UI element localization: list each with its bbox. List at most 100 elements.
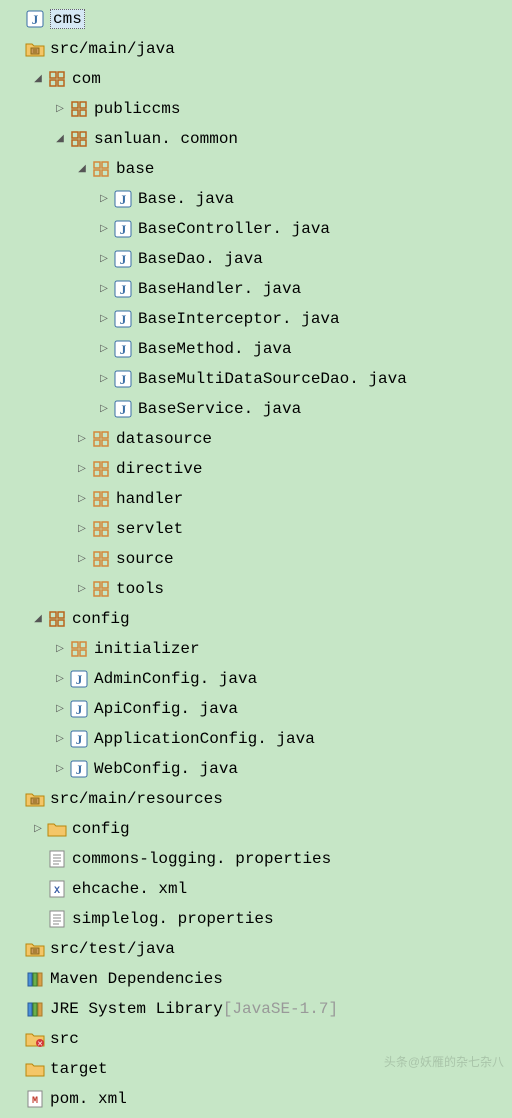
package-o-icon <box>68 638 90 660</box>
expand-arrow-closed-icon[interactable]: ▷ <box>52 703 68 715</box>
expand-arrow-closed-icon[interactable]: ▷ <box>74 493 90 505</box>
tree-item[interactable]: ▷tools <box>0 574 512 604</box>
expand-arrow-closed-icon[interactable]: ▷ <box>52 763 68 775</box>
expand-arrow-none: ▷ <box>8 1093 24 1105</box>
tree-item[interactable]: ▷JBaseController. java <box>0 214 512 244</box>
tree-item-label: servlet <box>116 520 183 538</box>
tree-item[interactable]: ▷JApplicationConfig. java <box>0 724 512 754</box>
expand-arrow-closed-icon[interactable]: ▷ <box>96 193 112 205</box>
expand-arrow-closed-icon[interactable]: ▷ <box>52 733 68 745</box>
expand-arrow-closed-icon[interactable]: ▷ <box>30 823 46 835</box>
tree-item-label: publiccms <box>94 100 180 118</box>
expand-arrow-closed-icon[interactable]: ▷ <box>52 673 68 685</box>
tree-item[interactable]: ▷src/test/java <box>0 934 512 964</box>
expand-arrow-closed-icon[interactable]: ▷ <box>52 643 68 655</box>
expand-arrow-closed-icon[interactable]: ▷ <box>96 253 112 265</box>
tree-item-label: simplelog. properties <box>72 910 274 928</box>
expand-arrow-open-icon[interactable]: ◢ <box>52 133 68 145</box>
tree-item[interactable]: ▷source <box>0 544 512 574</box>
props-icon <box>46 908 68 930</box>
expand-arrow-none: ▷ <box>30 913 46 925</box>
java-icon: J <box>112 398 134 420</box>
svg-text:J: J <box>120 222 127 237</box>
package-o-icon <box>90 158 112 180</box>
expand-arrow-closed-icon[interactable]: ▷ <box>74 583 90 595</box>
svg-text:M: M <box>32 1096 38 1107</box>
tree-item[interactable]: ▷initializer <box>0 634 512 664</box>
package-icon <box>68 98 90 120</box>
expand-arrow-closed-icon[interactable]: ▷ <box>74 523 90 535</box>
tree-item[interactable]: ▷src/main/resources <box>0 784 512 814</box>
tree-item-label: config <box>72 610 130 628</box>
tree-item[interactable]: ▷JBaseInterceptor. java <box>0 304 512 334</box>
maven-icon: M <box>24 1088 46 1110</box>
svg-text:J: J <box>76 732 83 747</box>
expand-arrow-open-icon[interactable]: ◢ <box>30 613 46 625</box>
folder-icon <box>46 818 68 840</box>
tree-item[interactable]: ▷Maven Dependencies <box>0 964 512 994</box>
tree-item[interactable]: ▷ simplelog. properties <box>0 904 512 934</box>
tree-item[interactable]: ▷JBaseMultiDataSourceDao. java <box>0 364 512 394</box>
expand-arrow-none: ▷ <box>8 1003 24 1015</box>
tree-item[interactable]: ▷JBaseMethod. java <box>0 334 512 364</box>
package-o-icon <box>90 578 112 600</box>
svg-text:✕: ✕ <box>37 1041 43 1049</box>
tree-item[interactable]: ▷ directive <box>0 454 512 484</box>
expand-arrow-open-icon[interactable]: ◢ <box>74 163 90 175</box>
tree-item[interactable]: ▷JApiConfig. java <box>0 694 512 724</box>
tree-item[interactable]: ▷JBaseService. java <box>0 394 512 424</box>
expand-arrow-closed-icon[interactable]: ▷ <box>96 223 112 235</box>
svg-text:J: J <box>120 282 127 297</box>
tree-item-label: directive <box>116 460 202 478</box>
expand-arrow-closed-icon[interactable]: ▷ <box>96 343 112 355</box>
java-icon: J <box>112 248 134 270</box>
expand-arrow-closed-icon[interactable]: ▷ <box>96 403 112 415</box>
tree-item[interactable]: ▷Xehcache. xml <box>0 874 512 904</box>
tree-item[interactable]: ▷JBaseDao. java <box>0 244 512 274</box>
tree-item[interactable]: ▷ publiccms <box>0 94 512 124</box>
tree-item[interactable]: ▷handler <box>0 484 512 514</box>
tree-item[interactable]: ◢sanluan. common <box>0 124 512 154</box>
tree-item-label: src <box>50 1030 79 1048</box>
tree-item[interactable]: ▷config <box>0 814 512 844</box>
tree-item[interactable]: ▷ Mpom. xml <box>0 1084 512 1114</box>
tree-item[interactable]: ◢base <box>0 154 512 184</box>
tree-item-label: commons-logging. properties <box>72 850 331 868</box>
tree-item[interactable]: ▷JBase. java <box>0 184 512 214</box>
svg-text:J: J <box>32 12 39 27</box>
tree-item[interactable]: ◢ com <box>0 64 512 94</box>
library-icon <box>24 968 46 990</box>
tree-item[interactable]: ▷ servlet <box>0 514 512 544</box>
tree-item[interactable]: ◢ config <box>0 604 512 634</box>
java-icon: J <box>112 368 134 390</box>
expand-arrow-open-icon[interactable]: ◢ <box>30 73 46 85</box>
expand-arrow-closed-icon[interactable]: ▷ <box>74 553 90 565</box>
tree-item-label: JRE System Library <box>50 1000 223 1018</box>
expand-arrow-closed-icon[interactable]: ▷ <box>74 433 90 445</box>
tree-item-label: ApiConfig. java <box>94 700 238 718</box>
tree-item[interactable]: ▷JRE System Library [JavaSE-1.7] <box>0 994 512 1024</box>
expand-arrow-closed-icon[interactable]: ▷ <box>52 103 68 115</box>
tree-item[interactable]: ▷JWebConfig. java <box>0 754 512 784</box>
java-icon: J <box>68 668 90 690</box>
tree-item[interactable]: ▷src/main/java <box>0 34 512 64</box>
tree-item[interactable]: ▷✕src <box>0 1024 512 1054</box>
tree-item[interactable]: ▷commons-logging. properties <box>0 844 512 874</box>
xml-icon: X <box>46 878 68 900</box>
tree-item-label: src/main/java <box>50 40 175 58</box>
srcfolder-icon <box>24 938 46 960</box>
expand-arrow-closed-icon[interactable]: ▷ <box>96 283 112 295</box>
tree-item-label: target <box>50 1060 108 1078</box>
expand-arrow-closed-icon[interactable]: ▷ <box>74 463 90 475</box>
tree-item[interactable]: ▷Jcms <box>0 4 512 34</box>
tree-item-label: com <box>72 70 101 88</box>
expand-arrow-closed-icon[interactable]: ▷ <box>96 373 112 385</box>
svg-text:J: J <box>120 252 127 267</box>
expand-arrow-closed-icon[interactable]: ▷ <box>96 313 112 325</box>
tree-item[interactable]: ▷datasource <box>0 424 512 454</box>
tree-item[interactable]: ▷JBaseHandler. java <box>0 274 512 304</box>
watermark-text: 头条@妖雁的杂七杂八 <box>384 1053 504 1070</box>
tree-item[interactable]: ▷JAdminConfig. java <box>0 664 512 694</box>
tree-item-label: Maven Dependencies <box>50 970 223 988</box>
tree-item-label: pom. xml <box>50 1090 127 1108</box>
